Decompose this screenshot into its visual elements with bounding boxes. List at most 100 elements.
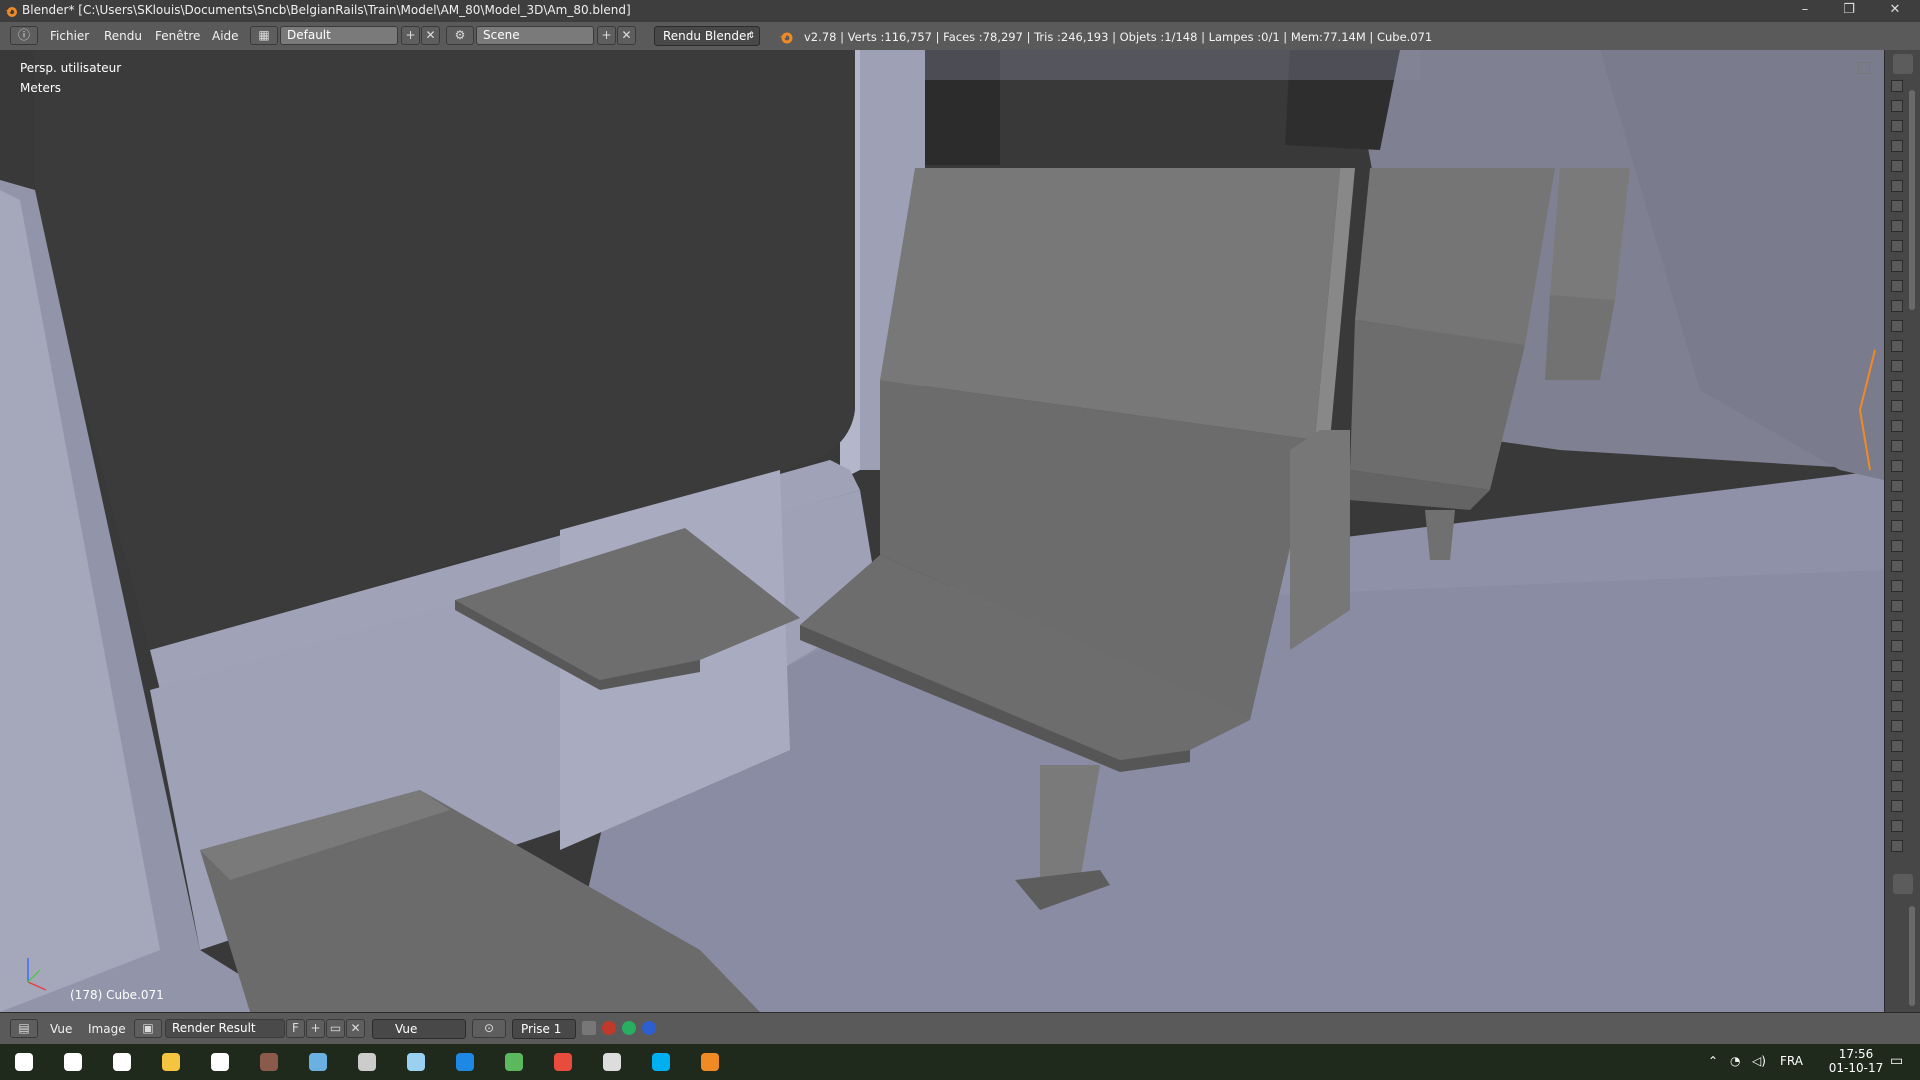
paint-icon[interactable]: [306, 1050, 330, 1074]
visibility-toggle[interactable]: [1891, 540, 1903, 552]
visibility-toggle[interactable]: [1891, 740, 1903, 752]
close-button[interactable]: ✕: [1872, 0, 1918, 22]
visibility-toggle[interactable]: [1891, 720, 1903, 732]
language-indicator[interactable]: FRA: [1780, 1054, 1803, 1068]
visibility-toggle[interactable]: [1891, 200, 1903, 212]
scene-selector-icon[interactable]: ⚙: [446, 26, 474, 45]
image-browse-icon[interactable]: ▣: [134, 1019, 162, 1038]
visibility-toggle[interactable]: [1891, 180, 1903, 192]
visibility-toggle[interactable]: [1891, 560, 1903, 572]
visibility-toggle[interactable]: [1891, 520, 1903, 532]
visibility-toggle[interactable]: [1891, 580, 1903, 592]
image-name-field[interactable]: Render Result: [165, 1019, 285, 1038]
view-mode-dropdown[interactable]: Vue: [372, 1019, 466, 1039]
visibility-toggle[interactable]: [1891, 840, 1903, 852]
app-icon[interactable]: [600, 1050, 624, 1074]
notifications-icon[interactable]: ▭: [1890, 1053, 1903, 1069]
visibility-toggle[interactable]: [1891, 820, 1903, 832]
visibility-toggle[interactable]: [1891, 320, 1903, 332]
menu-image[interactable]: Image: [88, 1022, 126, 1036]
unlink-image-button[interactable]: ✕: [346, 1019, 365, 1038]
render-slot-dropdown[interactable]: Prise 1: [512, 1019, 576, 1039]
visibility-toggle[interactable]: [1891, 260, 1903, 272]
chrome-icon[interactable]: [551, 1050, 575, 1074]
editor-type-button[interactable]: ⓘ: [10, 26, 38, 45]
visibility-toggle[interactable]: [1891, 500, 1903, 512]
red-channel-icon[interactable]: [602, 1021, 616, 1035]
tray-chevron-icon[interactable]: ⌃: [1708, 1054, 1718, 1068]
layout-selector-icon[interactable]: ▦: [250, 26, 278, 45]
visibility-toggle[interactable]: [1891, 680, 1903, 692]
restore-button[interactable]: ❐: [1826, 0, 1872, 22]
visibility-toggle[interactable]: [1891, 300, 1903, 312]
visibility-toggle[interactable]: [1891, 360, 1903, 372]
remove-layout-button[interactable]: ✕: [421, 26, 440, 45]
photo-app-icon[interactable]: [257, 1050, 281, 1074]
menu-fenetre[interactable]: Fenêtre: [155, 29, 200, 43]
visibility-toggle[interactable]: [1891, 640, 1903, 652]
utorrent-icon[interactable]: [502, 1050, 526, 1074]
network-icon[interactable]: ◔: [1730, 1054, 1740, 1068]
fake-user-button[interactable]: F: [286, 1019, 305, 1038]
layout-name-field[interactable]: Default: [280, 26, 398, 45]
visibility-toggle[interactable]: [1891, 440, 1903, 452]
search-icon[interactable]: [61, 1050, 85, 1074]
visibility-toggle[interactable]: [1891, 240, 1903, 252]
visibility-toggle[interactable]: [1891, 800, 1903, 812]
store-icon[interactable]: [208, 1050, 232, 1074]
visibility-toggle[interactable]: [1891, 160, 1903, 172]
alpha-toggle-icon[interactable]: [582, 1021, 596, 1035]
render-engine-dropdown[interactable]: Rendu Blender ⇕: [654, 26, 760, 46]
volume-icon[interactable]: ◁): [1752, 1054, 1766, 1068]
properties-scrollbar[interactable]: [1909, 906, 1915, 1006]
outliner-scrollbar[interactable]: [1909, 90, 1915, 310]
game-icon[interactable]: [355, 1050, 379, 1074]
open-image-button[interactable]: ▭: [326, 1019, 345, 1038]
menu-aide[interactable]: Aide: [212, 29, 239, 43]
visibility-toggle[interactable]: [1891, 120, 1903, 132]
visibility-toggle[interactable]: [1891, 700, 1903, 712]
visibility-toggle[interactable]: [1891, 660, 1903, 672]
scene-name-field[interactable]: Scene: [476, 26, 594, 45]
visibility-toggle[interactable]: [1891, 140, 1903, 152]
clock[interactable]: 17:56 01-10-17: [1826, 1047, 1886, 1075]
region-expand-icon[interactable]: [1858, 62, 1870, 74]
notepad-icon[interactable]: [404, 1050, 428, 1074]
outliner-editor-icon[interactable]: [1893, 54, 1913, 74]
task-view-icon[interactable]: [110, 1050, 134, 1074]
add-scene-button[interactable]: +: [597, 26, 616, 45]
green-channel-icon[interactable]: [622, 1021, 636, 1035]
visibility-toggle[interactable]: [1891, 340, 1903, 352]
menu-rendu[interactable]: Rendu: [104, 29, 142, 43]
menu-vue[interactable]: Vue: [50, 1022, 72, 1036]
minimize-button[interactable]: –: [1782, 0, 1828, 22]
visibility-toggle[interactable]: [1891, 760, 1903, 772]
3d-viewport[interactable]: Persp. utilisateur Meters (178) Cube.071: [0, 50, 1884, 1012]
skype-icon[interactable]: [649, 1050, 673, 1074]
add-layout-button[interactable]: +: [401, 26, 420, 45]
outliner-strip[interactable]: [1884, 50, 1920, 1012]
visibility-toggle[interactable]: [1891, 480, 1903, 492]
visibility-toggle[interactable]: [1891, 100, 1903, 112]
editor-type-button-bottom[interactable]: ▤: [10, 1019, 38, 1038]
visibility-toggle[interactable]: [1891, 420, 1903, 432]
visibility-toggle[interactable]: [1891, 460, 1903, 472]
properties-editor-icon[interactable]: [1893, 874, 1913, 894]
visibility-toggle[interactable]: [1891, 380, 1903, 392]
file-explorer-icon[interactable]: [159, 1050, 183, 1074]
blue-channel-icon[interactable]: [642, 1021, 656, 1035]
new-image-button[interactable]: +: [306, 1019, 325, 1038]
remove-scene-button[interactable]: ✕: [617, 26, 636, 45]
visibility-toggle[interactable]: [1891, 600, 1903, 612]
visibility-toggle[interactable]: [1891, 620, 1903, 632]
visibility-toggle[interactable]: [1891, 80, 1903, 92]
blender-icon[interactable]: [698, 1050, 722, 1074]
visibility-toggle[interactable]: [1891, 220, 1903, 232]
windows-icon[interactable]: [12, 1050, 36, 1074]
edge-icon[interactable]: [453, 1050, 477, 1074]
visibility-toggle[interactable]: [1891, 400, 1903, 412]
visibility-toggle[interactable]: [1891, 780, 1903, 792]
visibility-toggle[interactable]: [1891, 280, 1903, 292]
pivot-icon[interactable]: ⊙: [472, 1019, 506, 1038]
menu-fichier[interactable]: Fichier: [50, 29, 89, 43]
